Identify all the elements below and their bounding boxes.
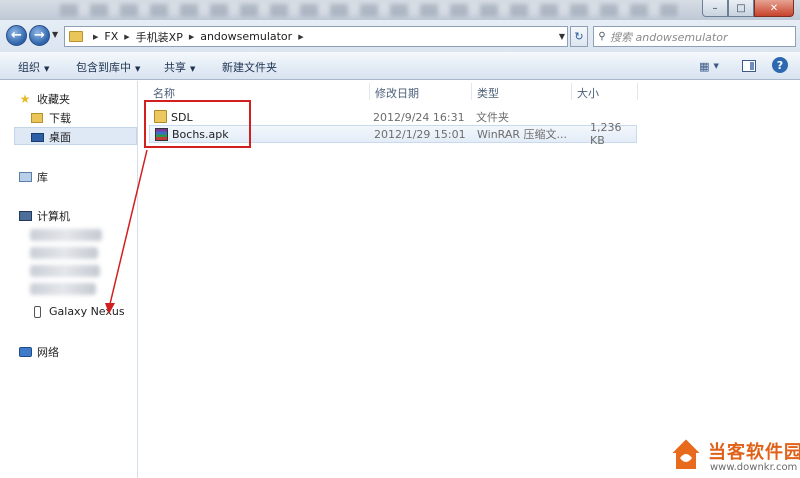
blurred-drive	[30, 247, 98, 259]
downloads-folder-icon	[30, 112, 44, 124]
computer-icon	[18, 210, 32, 222]
column-header-modified[interactable]: 修改日期	[375, 85, 419, 101]
site-watermark: 当客软件园 www.downkr.com	[664, 432, 800, 478]
chevron-right-icon[interactable]: ▶	[189, 33, 194, 41]
chevron-right-icon[interactable]: ▶	[298, 33, 303, 41]
watermark-url: www.downkr.com	[710, 462, 798, 473]
address-dropdown-icon[interactable]: ▼	[559, 32, 565, 41]
title-bar: – □ ✕	[0, 0, 800, 20]
desktop-icon	[30, 131, 44, 143]
nav-libraries[interactable]: 库	[18, 169, 48, 185]
nav-network[interactable]: 网络	[18, 344, 59, 360]
nav-desktop[interactable]: 桌面	[30, 129, 71, 145]
window-controls: – □ ✕	[702, 0, 794, 17]
annotation-highlight-box	[144, 100, 251, 148]
caret-down-icon: ▼	[713, 62, 719, 70]
preview-pane-button[interactable]	[740, 57, 758, 75]
nav-downloads[interactable]: 下载	[30, 110, 71, 126]
preview-pane-icon	[742, 60, 756, 72]
blurred-drive	[30, 229, 102, 241]
column-divider[interactable]	[369, 83, 370, 100]
column-divider[interactable]	[471, 83, 472, 100]
library-icon	[18, 171, 32, 183]
chevron-right-icon[interactable]: ▶	[124, 33, 129, 41]
caret-down-icon: ▼	[135, 65, 141, 73]
command-bar: 组织 ▼ 包含到库中 ▼ 共享 ▼ 新建文件夹 ▦ ▼ ?	[0, 52, 800, 80]
nav-galaxy-nexus[interactable]: Galaxy Nexus	[30, 305, 125, 318]
forward-button[interactable]: →	[29, 25, 50, 46]
file-modified: 2012/1/29 15:01	[374, 127, 466, 141]
minimize-button[interactable]: –	[702, 0, 728, 17]
column-divider[interactable]	[637, 83, 638, 100]
column-header-name[interactable]: 名称	[153, 85, 175, 101]
file-type: WinRAR 压缩文...	[477, 128, 568, 141]
caret-down-icon: ▼	[44, 65, 50, 73]
column-header-size[interactable]: 大小	[577, 85, 599, 101]
change-view-button[interactable]: ▦ ▼	[692, 57, 726, 75]
watermark-title: 当客软件园	[708, 442, 800, 463]
phone-icon	[30, 305, 44, 318]
caret-down-icon: ▼	[190, 65, 196, 73]
view-grid-icon: ▦	[699, 59, 710, 73]
organize-button[interactable]: 组织 ▼	[18, 59, 49, 75]
column-header-type[interactable]: 类型	[477, 85, 499, 101]
close-button[interactable]: ✕	[754, 0, 794, 17]
search-input[interactable]: ⚲ 搜索 andowsemulator	[593, 26, 796, 47]
chevron-right-icon[interactable]: ▶	[93, 33, 98, 41]
address-row: ← → ▼ ▶ FX ▶ 手机装XP ▶ andowsemulator ▶ ▼ …	[0, 20, 800, 52]
file-size: 1,236 KB	[590, 121, 622, 147]
address-bar[interactable]: ▶ FX ▶ 手机装XP ▶ andowsemulator ▶ ▼	[64, 26, 568, 47]
house-logo-icon	[668, 436, 704, 471]
network-icon	[18, 346, 32, 358]
folder-icon	[69, 31, 83, 42]
navigation-pane: ★ 收藏夹 下载 桌面 库 计算机 Galaxy Nexus 网络	[0, 81, 138, 478]
file-modified: 2012/9/24 16:31	[373, 110, 465, 124]
maximize-button[interactable]: □	[728, 0, 754, 17]
blurred-drive	[30, 283, 96, 295]
new-folder-button[interactable]: 新建文件夹	[222, 59, 277, 75]
breadcrumb-andowsemulator[interactable]: andowsemulator	[200, 30, 292, 43]
blurred-drive	[30, 265, 100, 277]
file-type: 文件夹	[476, 111, 509, 124]
back-button[interactable]: ←	[6, 25, 27, 46]
include-in-library-button[interactable]: 包含到库中 ▼	[76, 59, 140, 75]
breadcrumb-phone-xp[interactable]: 手机装XP	[136, 29, 183, 45]
nav-computer[interactable]: 计算机	[18, 208, 70, 224]
nav-favorites[interactable]: ★ 收藏夹	[18, 91, 70, 107]
search-placeholder: 搜索 andowsemulator	[610, 30, 728, 44]
history-dropdown-icon[interactable]: ▼	[52, 30, 58, 39]
star-icon: ★	[19, 92, 31, 106]
share-button[interactable]: 共享 ▼	[164, 59, 195, 75]
column-divider[interactable]	[571, 83, 572, 100]
breadcrumb-fx[interactable]: FX	[104, 30, 118, 43]
help-button[interactable]: ?	[772, 57, 788, 73]
search-icon: ⚲	[598, 31, 606, 42]
refresh-button[interactable]: ↻	[570, 26, 588, 47]
